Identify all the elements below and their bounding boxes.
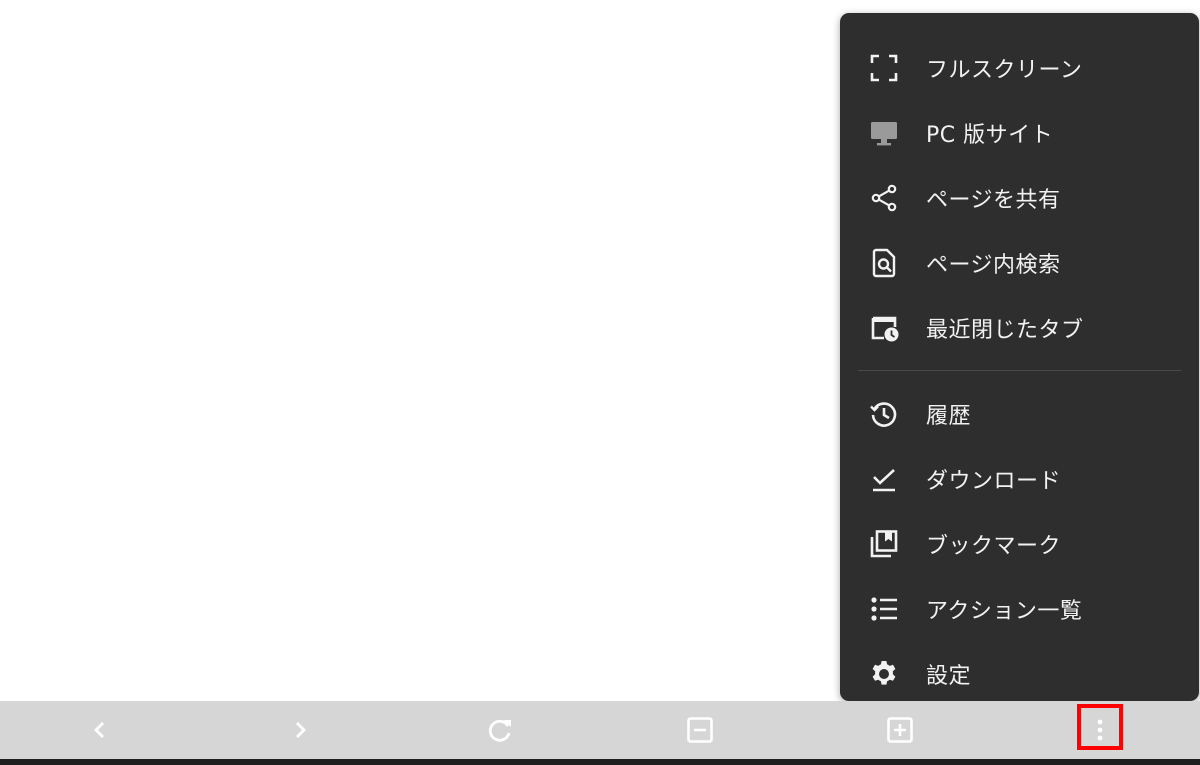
bookmark-icon bbox=[868, 528, 900, 560]
desktop-monitor-icon bbox=[868, 117, 900, 149]
bottom-toolbar bbox=[0, 701, 1200, 759]
minus-box-icon bbox=[684, 714, 716, 746]
reload-icon bbox=[484, 714, 516, 746]
list-icon bbox=[868, 593, 900, 625]
menu-item-label: 設定 bbox=[926, 663, 972, 689]
menu-item-label: PC 版サイト bbox=[926, 122, 1054, 148]
menu-item-desktop-site[interactable]: PC 版サイト bbox=[840, 100, 1199, 165]
menu-divider bbox=[858, 370, 1181, 371]
zoom-in-button[interactable] bbox=[870, 701, 930, 759]
menu-item-settings[interactable]: 設定 bbox=[840, 641, 1199, 706]
system-bottom-bar bbox=[0, 759, 1200, 765]
menu-item-downloads[interactable]: ダウンロード bbox=[840, 446, 1199, 511]
forward-button[interactable] bbox=[270, 701, 330, 759]
fullscreen-icon bbox=[868, 52, 900, 84]
menu-item-fullscreen[interactable]: フルスクリーン bbox=[840, 35, 1199, 100]
menu-item-bookmarks[interactable]: ブックマーク bbox=[840, 511, 1199, 576]
menu-item-label: ページを共有 bbox=[926, 187, 1061, 213]
chevron-left-icon bbox=[84, 714, 116, 746]
reload-button[interactable] bbox=[470, 701, 530, 759]
menu-item-label: フルスクリーン bbox=[926, 57, 1083, 83]
menu-item-label: ダウンロード bbox=[926, 468, 1062, 494]
back-button[interactable] bbox=[70, 701, 130, 759]
browser-page: フルスクリーン PC 版サイト ページを共有 ページ内検索 最近閉じたタブ 履歴… bbox=[0, 0, 1200, 765]
gear-icon bbox=[868, 658, 900, 690]
menu-item-label: ページ内検索 bbox=[926, 252, 1061, 278]
more-menu-button[interactable] bbox=[1070, 701, 1130, 759]
chevron-right-icon bbox=[284, 714, 316, 746]
more-vertical-icon bbox=[1084, 714, 1116, 746]
menu-item-label: 履歴 bbox=[926, 403, 972, 429]
menu-item-action-list[interactable]: アクション一覧 bbox=[840, 576, 1199, 641]
zoom-out-button[interactable] bbox=[670, 701, 730, 759]
menu-item-find-in-page[interactable]: ページ内検索 bbox=[840, 230, 1199, 295]
history-icon bbox=[868, 398, 900, 430]
share-icon bbox=[868, 182, 900, 214]
plus-box-icon bbox=[884, 714, 916, 746]
find-in-page-icon bbox=[868, 247, 900, 279]
overflow-menu: フルスクリーン PC 版サイト ページを共有 ページ内検索 最近閉じたタブ 履歴… bbox=[840, 13, 1199, 701]
menu-item-label: ブックマーク bbox=[926, 533, 1062, 559]
recent-tabs-icon bbox=[868, 312, 900, 344]
download-check-icon bbox=[868, 463, 900, 495]
menu-item-label: 最近閉じたタブ bbox=[926, 317, 1084, 343]
menu-item-share-page[interactable]: ページを共有 bbox=[840, 165, 1199, 230]
menu-item-history[interactable]: 履歴 bbox=[840, 381, 1199, 446]
menu-item-label: アクション一覧 bbox=[926, 598, 1083, 624]
menu-item-recently-closed-tabs[interactable]: 最近閉じたタブ bbox=[840, 295, 1199, 360]
